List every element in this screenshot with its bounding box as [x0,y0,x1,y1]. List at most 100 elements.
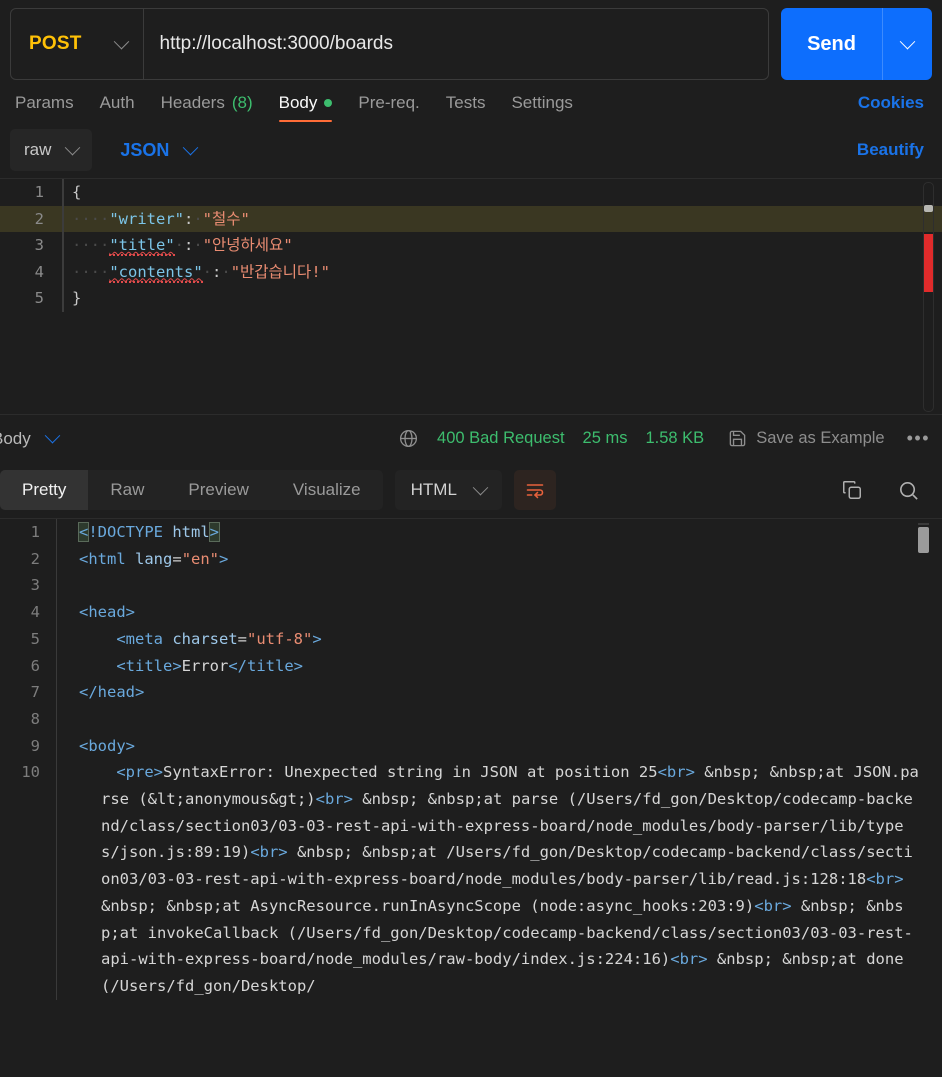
url-input[interactable] [144,9,769,79]
editor-scrollbar[interactable] [923,182,934,412]
tab-label: Visualize [293,480,361,500]
http-method-selector[interactable]: POST [11,9,144,79]
line-content: <head> [57,599,942,626]
line-content [57,706,942,733]
response-line: 7 </head> [0,679,942,706]
line-content: </head> [57,679,942,706]
response-line: 5 <meta charset="utf-8"> [0,626,942,653]
response-line: 3 [0,572,942,599]
request-body-editor[interactable]: 1 { 2 ····"writer":·"철수" 3 ····"title"·:… [0,178,942,414]
tab-label: Tests [446,93,486,113]
line-number: 4 [0,259,62,286]
line-content: { [64,179,81,206]
line-number: 4 [0,599,56,626]
line-content [57,572,942,599]
editor-line: 3 ····"title"·:·"안녕하세요" [0,232,942,259]
word-wrap-button[interactable] [514,470,556,510]
line-number: 6 [0,653,56,680]
chevron-down-icon [900,33,916,49]
tab-pretty[interactable]: Pretty [0,470,88,510]
chevron-down-icon [65,139,81,155]
chevron-down-icon [113,33,129,49]
response-time: 25 ms [583,429,628,448]
save-as-example-button[interactable]: Save as Example [728,429,884,448]
tab-tests[interactable]: Tests [433,93,499,122]
response-view-tabs: Pretty Raw Preview Visualize HTML [0,462,942,518]
editor-line: 1 { [0,179,942,206]
body-mode-label: raw [24,140,51,160]
response-format-selector[interactable]: HTML [395,470,502,510]
editor-error-marker [924,234,933,292]
headers-count: (8) [232,93,253,113]
body-mode-selector[interactable]: raw [10,129,92,171]
line-content: ····"writer":·"철수" [64,206,250,233]
tab-settings[interactable]: Settings [498,93,585,122]
line-number: 9 [0,733,56,760]
tab-params[interactable]: Params [10,93,87,122]
response-line: 2 <html lang="en"> [0,546,942,573]
tab-raw[interactable]: Raw [88,470,166,510]
line-number: 2 [0,546,56,573]
tab-label: Pretty [22,480,66,500]
line-number: 3 [0,232,62,259]
editor-line: 5 } [0,285,942,312]
line-number: 5 [0,285,62,312]
line-content: <!DOCTYPE html> [57,519,942,546]
line-content: <pre>SyntaxError: Unexpected string in J… [57,759,942,999]
tab-visualize[interactable]: Visualize [271,470,383,510]
line-number: 8 [0,706,56,733]
copy-icon[interactable] [841,479,863,501]
http-method-label: POST [29,33,82,55]
tab-auth[interactable]: Auth [87,93,148,122]
url-box: POST [10,8,769,80]
line-number: 1 [0,179,62,206]
line-content: ····"contents"·:·"반갑습니다!" [64,259,330,286]
response-status-code: 400 Bad Request [437,429,565,448]
response-body-label: Body [0,429,31,449]
response-body-dropdown[interactable]: Body [0,429,58,449]
tab-pre-request[interactable]: Pre-req. [345,93,432,122]
line-number: 2 [0,206,62,233]
cookies-link[interactable]: Cookies [858,93,932,122]
chevron-down-icon [183,139,199,155]
send-button-group: Send [781,8,932,80]
line-content: ····"title"·:·"안녕하세요" [64,232,293,259]
word-wrap-icon [524,480,546,500]
globe-icon [398,428,419,449]
response-size: 1.58 KB [645,429,704,448]
chevron-down-icon [44,428,60,444]
response-meta-group: 400 Bad Request 25 ms 1.58 KB Save as Ex… [398,428,930,449]
tab-label: Body [279,93,318,113]
send-button[interactable]: Send [781,8,882,80]
line-content: <meta charset="utf-8"> [57,626,942,653]
line-number: 5 [0,626,56,653]
search-icon[interactable] [897,479,920,502]
body-type-bar: raw JSON Beautify [0,122,942,178]
body-modified-dot-icon [324,99,332,107]
response-action-icons [841,479,932,502]
body-language-selector[interactable]: JSON [114,129,202,172]
response-line: 4 <head> [0,599,942,626]
editor-line: 4 ····"contents"·:·"반갑습니다!" [0,259,942,286]
tab-headers[interactable]: Headers (8) [148,93,266,122]
response-body-code[interactable]: 1 <!DOCTYPE html> 2 <html lang="en"> 3 4… [0,518,942,1058]
request-url-bar: POST Send [0,0,942,82]
response-line: 10 <pre>SyntaxError: Unexpected string i… [0,759,942,999]
line-number: 10 [0,759,56,786]
tab-label: Pre-req. [358,93,419,113]
request-tabs: Params Auth Headers (8) Body Pre-req. Te… [0,82,942,122]
tab-label: Preview [188,480,248,500]
body-language-label: JSON [120,140,169,161]
response-more-options-button[interactable]: ••• [903,428,930,449]
response-line: 9 <body> [0,733,942,760]
tab-label: Settings [511,93,572,113]
body-code-area[interactable]: 1 { 2 ····"writer":·"철수" 3 ····"title"·:… [0,179,942,312]
tab-preview[interactable]: Preview [166,470,270,510]
response-scrollbar-thumb[interactable] [918,527,929,553]
editor-scrollbar-thumb[interactable] [924,205,933,212]
send-options-button[interactable] [882,8,932,80]
beautify-button[interactable]: Beautify [857,140,932,160]
tab-label: Params [15,93,74,113]
tab-body[interactable]: Body [266,93,346,122]
save-as-example-label: Save as Example [756,429,884,448]
